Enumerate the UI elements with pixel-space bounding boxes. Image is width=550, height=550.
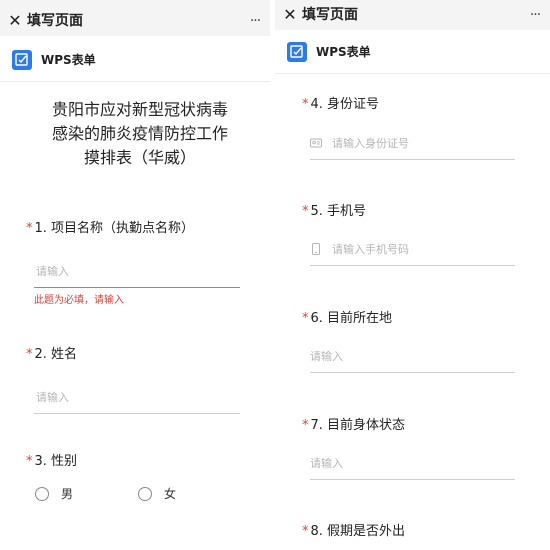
input-placeholder: 请输入	[310, 457, 343, 470]
question-label-location: * 6. 目前所在地	[302, 310, 392, 328]
close-button[interactable]: ✕	[281, 5, 299, 25]
form-title-line: 摸排表（华威）	[83, 148, 196, 167]
form-title-line: 感染的肺炎疫情防控工作	[51, 124, 228, 143]
current-location-input[interactable]: 请输入	[310, 343, 515, 373]
title-bar: ✕ 填写页面 ···	[275, 0, 550, 30]
name-input[interactable]: 请输入	[34, 384, 240, 414]
id-card-icon	[310, 138, 322, 148]
question-text: 2. 姓名	[34, 347, 78, 362]
form-title: 贵阳市应对新型冠状病毒 感染的肺炎疫情防控工作 摸排表（华威）	[30, 98, 250, 170]
brand-name: WPS表单	[41, 53, 96, 67]
required-asterisk: *	[302, 524, 309, 539]
question-label-holiday-travel: * 8. 假期是否外出	[302, 523, 405, 541]
required-asterisk: *	[26, 347, 33, 362]
question-text: 1. 项目名称（执勤点名称）	[34, 221, 195, 236]
input-placeholder: 请输入	[36, 265, 69, 278]
title-bar: ✕ 填写页面 ···	[0, 6, 270, 36]
question-label-gender: * 3. 性别	[26, 453, 77, 471]
project-name-input[interactable]: 请输入	[34, 258, 240, 288]
phone-icon	[312, 243, 320, 255]
input-placeholder: 请输入身份证号	[332, 137, 409, 150]
brand-bar: WPS表单	[275, 30, 550, 74]
question-text: 4. 身份证号	[310, 97, 380, 112]
page-title: 填写页面	[302, 7, 358, 23]
health-status-input[interactable]: 请输入	[310, 450, 515, 480]
gender-male-label: 男	[61, 487, 74, 501]
brand-name: WPS表单	[316, 45, 371, 59]
question-label-health-status: * 7. 目前身体状态	[302, 417, 405, 435]
required-error-message: 此题为必填，请输入	[34, 295, 124, 306]
phone-input[interactable]: 请输入手机号码	[310, 236, 515, 266]
required-asterisk: *	[302, 97, 309, 112]
question-label-id-number: * 4. 身份证号	[302, 96, 379, 114]
question-label-project: * 1. 项目名称（执勤点名称）	[26, 220, 194, 238]
input-placeholder: 请输入	[36, 391, 69, 404]
gender-male-radio[interactable]	[35, 487, 49, 501]
required-asterisk: *	[302, 418, 309, 433]
question-text: 6. 目前所在地	[310, 311, 393, 326]
brand-bar: WPS表单	[0, 38, 270, 82]
required-asterisk: *	[26, 221, 33, 236]
more-options-button[interactable]: ···	[526, 5, 544, 25]
left-screen: ✕ 填写页面 ··· WPS表单 贵阳市应对新型冠状病毒 感染的肺炎疫情防控工作…	[0, 0, 270, 550]
question-text: 8. 假期是否外出	[310, 524, 406, 539]
id-number-input[interactable]: 请输入身份证号	[310, 130, 515, 160]
edit-form-icon	[12, 50, 32, 70]
question-label-phone: * 5. 手机号	[302, 203, 366, 221]
page-title: 填写页面	[27, 13, 83, 29]
form-title-line: 贵阳市应对新型冠状病毒	[51, 100, 228, 119]
edit-form-icon	[287, 42, 307, 62]
input-placeholder: 请输入手机号码	[332, 243, 409, 256]
gender-female-radio[interactable]	[138, 487, 152, 501]
more-options-button[interactable]: ···	[246, 11, 264, 31]
required-asterisk: *	[26, 454, 33, 469]
question-text: 7. 目前身体状态	[310, 418, 406, 433]
input-placeholder: 请输入	[310, 350, 343, 363]
right-screen: ✕ 填写页面 ··· WPS表单 * 4. 身份证号 请输入身份证号 * 5. 手机…	[275, 0, 550, 550]
question-text: 5. 手机号	[310, 204, 367, 219]
required-asterisk: *	[302, 204, 309, 219]
question-text: 3. 性别	[34, 454, 78, 469]
gender-female-label: 女	[164, 487, 177, 501]
close-button[interactable]: ✕	[6, 11, 24, 31]
question-label-name: * 2. 姓名	[26, 346, 77, 364]
required-asterisk: *	[302, 311, 309, 326]
